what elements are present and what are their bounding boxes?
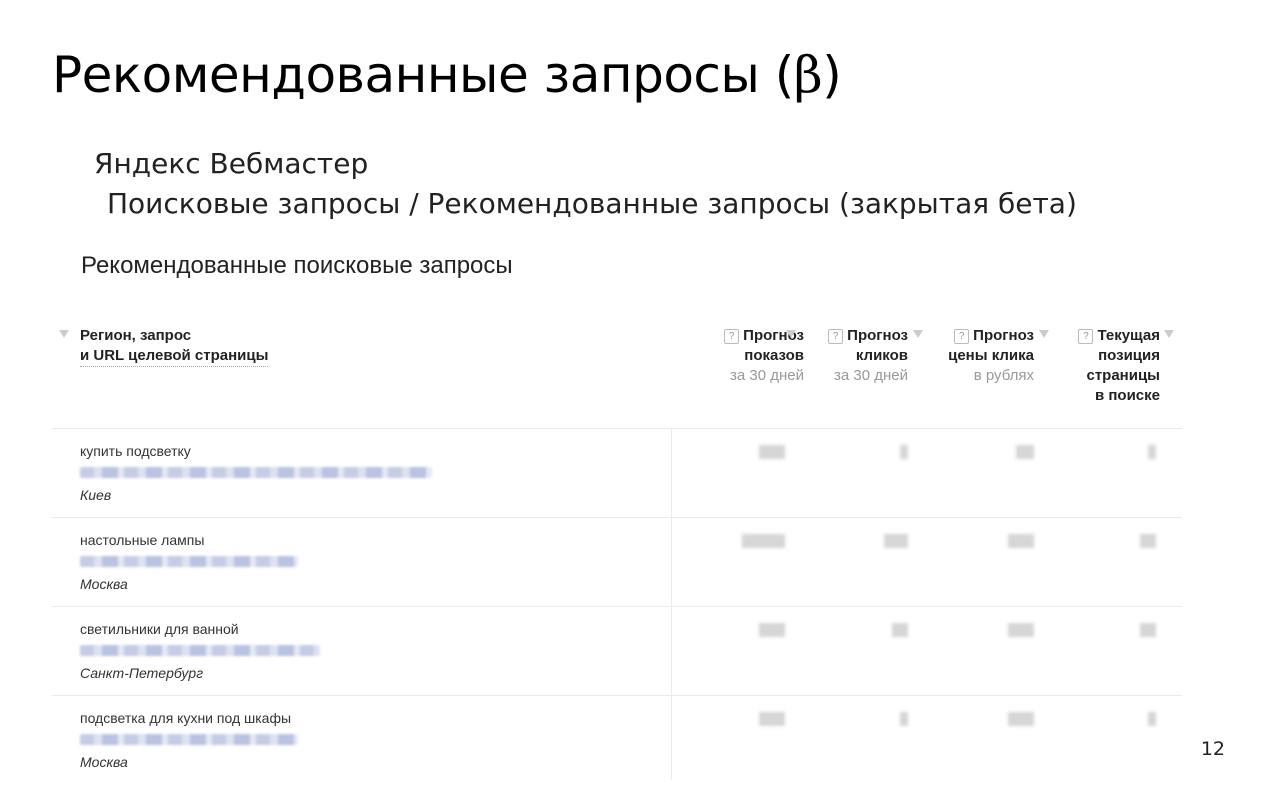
price-redacted <box>1016 445 1034 459</box>
slide-title-text: Рекомендованные запросы ( <box>52 46 794 104</box>
impressions-redacted <box>759 445 785 459</box>
target-url-redacted[interactable] <box>80 734 298 745</box>
position-redacted <box>1148 712 1156 726</box>
column-position-line4: в поиске <box>1094 387 1160 404</box>
subtitle-product: Яндекс Вебмастер <box>94 147 369 180</box>
clicks-redacted <box>900 712 908 726</box>
screenshot-heading: Рекомендованные поисковые запросы <box>81 252 513 279</box>
page-number: 12 <box>1200 738 1225 760</box>
column-clicks[interactable]: ? Прогноз кликов за 30 дней <box>818 326 908 386</box>
query-text: настольные лампы <box>80 532 205 548</box>
filter-icon[interactable] <box>913 330 923 338</box>
region-text: Москва <box>80 576 128 592</box>
price-redacted <box>1008 534 1034 548</box>
clicks-redacted <box>900 445 908 459</box>
recommended-queries-table: Регион, запрос и URL целевой страницы ? П… <box>52 318 1182 784</box>
column-clicks-line2: кликов <box>855 347 908 364</box>
column-price-sub: в рублях <box>973 367 1034 384</box>
clicks-redacted <box>884 534 908 548</box>
target-url-redacted[interactable] <box>80 645 320 656</box>
position-redacted <box>1140 623 1156 637</box>
beta-symbol: β <box>793 46 823 104</box>
price-redacted <box>1008 623 1034 637</box>
column-price[interactable]: ? Прогноз цены клика в рублях <box>932 326 1034 386</box>
slide-title-close: ) <box>822 46 842 104</box>
region-text: Киев <box>80 487 112 503</box>
query-text: светильники для ванной <box>80 621 239 637</box>
filter-icon[interactable] <box>786 330 796 338</box>
filter-icon[interactable] <box>1164 330 1174 338</box>
help-icon[interactable]: ? <box>1078 329 1094 344</box>
position-redacted <box>1140 534 1156 548</box>
query-text: купить подсветку <box>80 443 191 459</box>
help-icon[interactable]: ? <box>954 329 970 344</box>
impressions-redacted <box>742 534 785 548</box>
column-position-line3: страницы <box>1086 367 1160 384</box>
column-price-line2: цены клика <box>948 347 1034 364</box>
region-text: Москва <box>80 754 128 770</box>
impressions-redacted <box>759 712 785 726</box>
slide-title: Рекомендованные запросы (β) <box>52 46 842 104</box>
table-row[interactable]: купить подсветку Киев <box>52 429 1182 518</box>
filter-icon[interactable] <box>1039 330 1049 338</box>
filter-icon[interactable] <box>59 330 69 338</box>
target-url-redacted[interactable] <box>80 467 432 478</box>
position-redacted <box>1148 445 1156 459</box>
column-price-line1: Прогноз <box>973 327 1034 344</box>
price-redacted <box>1008 712 1034 726</box>
column-position-line1: Текущая <box>1097 327 1160 344</box>
column-impressions-line2: показов <box>744 347 804 364</box>
table-row[interactable]: настольные лампы Москва <box>52 518 1182 607</box>
column-region-query[interactable]: Регион, запрос и URL целевой страницы <box>80 326 269 367</box>
column-impressions-sub: за 30 дней <box>730 367 804 384</box>
column-region-query-line1: Регион, запрос <box>80 327 192 344</box>
column-position-line2: позиция <box>1098 347 1160 364</box>
subtitle-path: Поисковые запросы / Рекомендованные запр… <box>107 187 1077 220</box>
clicks-redacted <box>892 623 908 637</box>
help-icon[interactable]: ? <box>724 329 740 344</box>
impressions-redacted <box>759 623 785 637</box>
column-clicks-sub: за 30 дней <box>834 367 908 384</box>
column-region-query-line2: и URL целевой страницы <box>80 346 269 367</box>
column-position[interactable]: ? Текущая позиция страницы в поиске <box>1064 326 1160 406</box>
target-url-redacted[interactable] <box>80 556 298 567</box>
table-row[interactable]: подсветка для кухни под шкафы Москва <box>52 696 1182 784</box>
slide: Рекомендованные запросы (β) Яндекс Вебма… <box>0 0 1280 804</box>
table-header: Регион, запрос и URL целевой страницы ? П… <box>52 318 1182 429</box>
help-icon[interactable]: ? <box>828 329 844 344</box>
column-clicks-line1: Прогноз <box>847 327 908 344</box>
table-row[interactable]: светильники для ванной Санкт-Петербург <box>52 607 1182 696</box>
region-text: Санкт-Петербург <box>80 665 204 681</box>
query-text: подсветка для кухни под шкафы <box>80 710 292 726</box>
